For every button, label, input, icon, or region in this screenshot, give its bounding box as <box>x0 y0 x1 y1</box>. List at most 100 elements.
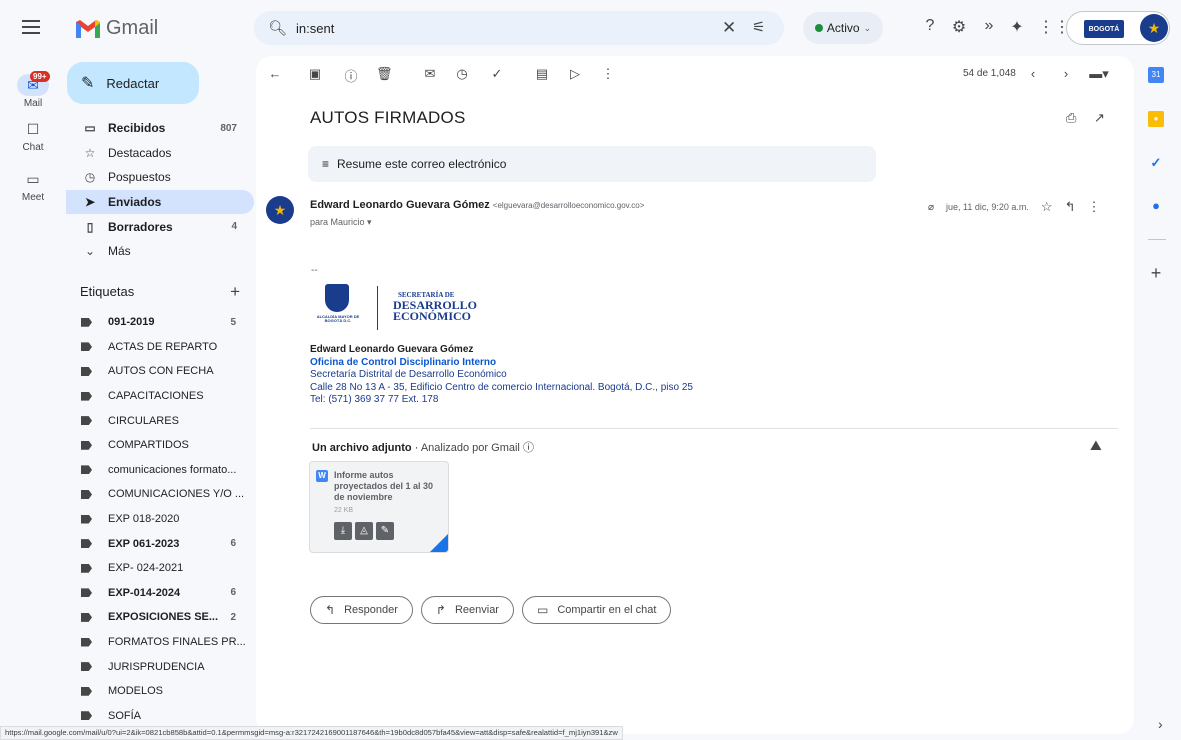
collapse-panel-chevron-icon[interactable]: › <box>1158 716 1163 732</box>
gmail-logo[interactable]: Gmail <box>76 17 158 40</box>
search-bar[interactable]: 🔍︎ ✕ ⚟ <box>254 11 784 45</box>
label-tag-icon <box>81 686 92 696</box>
label-tag-icon <box>81 489 92 499</box>
main-menu-icon[interactable] <box>22 20 40 34</box>
save-to-drive-icon[interactable]: ◬ <box>355 522 373 540</box>
more-vert-icon[interactable]: ⋮ <box>1087 199 1100 215</box>
label-item[interactable]: JURISPRUDENCIA <box>66 654 254 679</box>
label-item[interactable]: EXP 018-2020 <box>66 507 254 532</box>
newer-chevron-icon[interactable]: ‹ <box>1025 66 1041 81</box>
sender-avatar[interactable]: ★ <box>266 196 294 224</box>
nav-label: Destacados <box>108 145 172 160</box>
chat-icon: ☐ <box>26 121 40 137</box>
mark-unread-icon[interactable]: ✉ <box>422 66 438 82</box>
label-name: SOFÍA <box>108 709 142 722</box>
report-spam-icon[interactable]: ⓘ <box>343 66 359 85</box>
nav-drafts[interactable]: ▯ Borradores 4 <box>66 214 254 239</box>
edit-pencil-icon[interactable]: ✎ <box>376 522 394 540</box>
more-vert-icon[interactable]: ⋮ <box>600 66 616 82</box>
label-tag-icon <box>81 588 92 598</box>
label-item[interactable]: EXP 061-2023 6 <box>66 531 254 556</box>
share-label: Compartir en el chat <box>557 604 657 616</box>
download-icon[interactable]: ⤓ <box>334 522 352 540</box>
search-icon[interactable]: 🔍︎ <box>268 19 287 37</box>
delete-icon[interactable]: 🗑︎ <box>376 66 393 82</box>
avatar[interactable]: ★ <box>1140 14 1168 42</box>
add-task-icon[interactable]: ✓ <box>489 66 505 82</box>
calendar-icon[interactable]: 31 <box>1148 67 1164 83</box>
summarize-button[interactable]: ≡ Resume este correo electrónico <box>308 146 876 182</box>
label-item[interactable]: AUTOS CON FECHA <box>66 359 254 384</box>
label-item[interactable]: EXP- 024-2021 <box>66 556 254 581</box>
label-item[interactable]: COMPARTIDOS <box>66 433 254 458</box>
label-item[interactable]: CIRCULARES <box>66 408 254 433</box>
rail-meet[interactable]: ▭ Meet <box>0 168 66 203</box>
input-tools-icon[interactable]: ▬▾ <box>1086 66 1112 82</box>
attachment-card[interactable]: W Informe autos proyectados del 1 al 30 … <box>309 461 449 553</box>
label-name: FORMATOS FINALES PR... <box>108 636 246 649</box>
reply-button[interactable]: ↰ Responder <box>310 596 413 624</box>
rail-chat[interactable]: ☐ Chat <box>0 118 66 153</box>
open-new-window-icon[interactable]: ↗ <box>1094 110 1105 125</box>
attachments-count-label: Un archivo adjunto <box>312 442 412 454</box>
label-item[interactable]: 091-2019 5 <box>66 310 254 335</box>
label-item[interactable]: EXP-014-2024 6 <box>66 581 254 606</box>
label-name: COMPARTIDOS <box>108 439 189 452</box>
account-switcher[interactable]: BOGOTÁ ★ <box>1066 11 1170 45</box>
top-bar: Gmail 🔍︎ ✕ ⚟ Activo ⌄ ? ⚙ » ✦ ⋮⋮ BOGOTÁ … <box>0 0 1181 62</box>
clear-search-icon[interactable]: ✕ <box>722 18 736 38</box>
label-name: ACTAS DE REPARTO <box>108 340 218 353</box>
label-item[interactable]: ACTAS DE REPARTO <box>66 335 254 360</box>
nav-sent[interactable]: ➤ Enviados <box>66 189 254 215</box>
reply-icon[interactable]: ↰ <box>1065 199 1076 215</box>
nav-inbox[interactable]: ▭ Recibidos 807 <box>66 116 254 141</box>
label-item[interactable]: MODELOS <box>66 679 254 704</box>
label-icon[interactable]: ▷ <box>567 66 583 82</box>
add-addon-icon[interactable]: + <box>1148 264 1164 282</box>
add-to-drive-icon[interactable]: ⛰ <box>1090 437 1102 454</box>
archive-icon[interactable]: ▣ <box>307 66 323 82</box>
label-count: 6 <box>230 538 236 550</box>
rail-mail[interactable]: ✉ 99+ Mail <box>0 71 66 109</box>
compose-label: Redactar <box>106 75 160 91</box>
nav-snoozed[interactable]: ◷ Pospuestos <box>66 165 254 190</box>
nav-starred[interactable]: ☆ Destacados <box>66 141 254 166</box>
label-item[interactable]: SOFÍA <box>66 704 254 729</box>
share-chat-button[interactable]: ▭ Compartir en el chat <box>521 596 672 624</box>
labels-title: Etiquetas <box>80 284 135 299</box>
apps-grid-icon[interactable]: ⋮⋮ <box>1038 17 1070 37</box>
sparkle-icon[interactable]: ✦ <box>1007 17 1027 37</box>
tasks-icon[interactable]: ✓ <box>1148 155 1164 171</box>
compose-button[interactable]: ✎ Redactar <box>67 62 199 104</box>
search-input[interactable] <box>296 17 696 39</box>
signature-separator: -- <box>311 265 318 276</box>
label-name: CIRCULARES <box>108 414 179 427</box>
help-icon[interactable]: ? <box>920 17 940 35</box>
search-options-icon[interactable]: ⚟ <box>752 18 765 36</box>
move-to-icon[interactable]: ▤ <box>534 66 550 82</box>
star-icon[interactable]: ☆ <box>1041 199 1053 215</box>
settings-gear-icon[interactable]: ⚙ <box>949 17 969 37</box>
snooze-icon[interactable]: ◷ <box>454 66 470 82</box>
status-label: Activo <box>826 21 860 35</box>
keep-icon[interactable]: ● <box>1148 111 1164 127</box>
label-item[interactable]: CAPACITACIONES <box>66 384 254 409</box>
recipient-line[interactable]: para Mauricio ▾ <box>310 217 372 228</box>
back-arrow-icon[interactable]: ← <box>267 66 283 81</box>
label-tag-icon <box>81 563 92 573</box>
print-icon[interactable]: ⎙ <box>1066 110 1076 125</box>
pagination-count: 54 de 1,048 <box>963 68 1016 79</box>
label-item[interactable]: FORMATOS FINALES PR... <box>66 630 254 655</box>
older-chevron-icon[interactable]: › <box>1058 66 1074 81</box>
label-item[interactable]: COMUNICACIONES Y/O ... <box>66 482 254 507</box>
contacts-icon[interactable]: ● <box>1148 198 1164 214</box>
gemini-bolt-icon[interactable]: » <box>979 17 999 35</box>
label-item[interactable]: EXPOSICIONES SE... 2 <box>66 605 254 630</box>
label-item[interactable]: comunicaciones formato... <box>66 458 254 483</box>
nav-more[interactable]: ⌄ Más <box>66 239 254 264</box>
info-icon[interactable]: ⓘ <box>523 442 534 454</box>
add-label-icon[interactable]: + <box>230 282 240 302</box>
label-name: MODELOS <box>108 685 164 698</box>
forward-button[interactable]: ↱ Reenviar <box>420 596 514 624</box>
status-selector[interactable]: Activo ⌄ <box>803 12 883 44</box>
